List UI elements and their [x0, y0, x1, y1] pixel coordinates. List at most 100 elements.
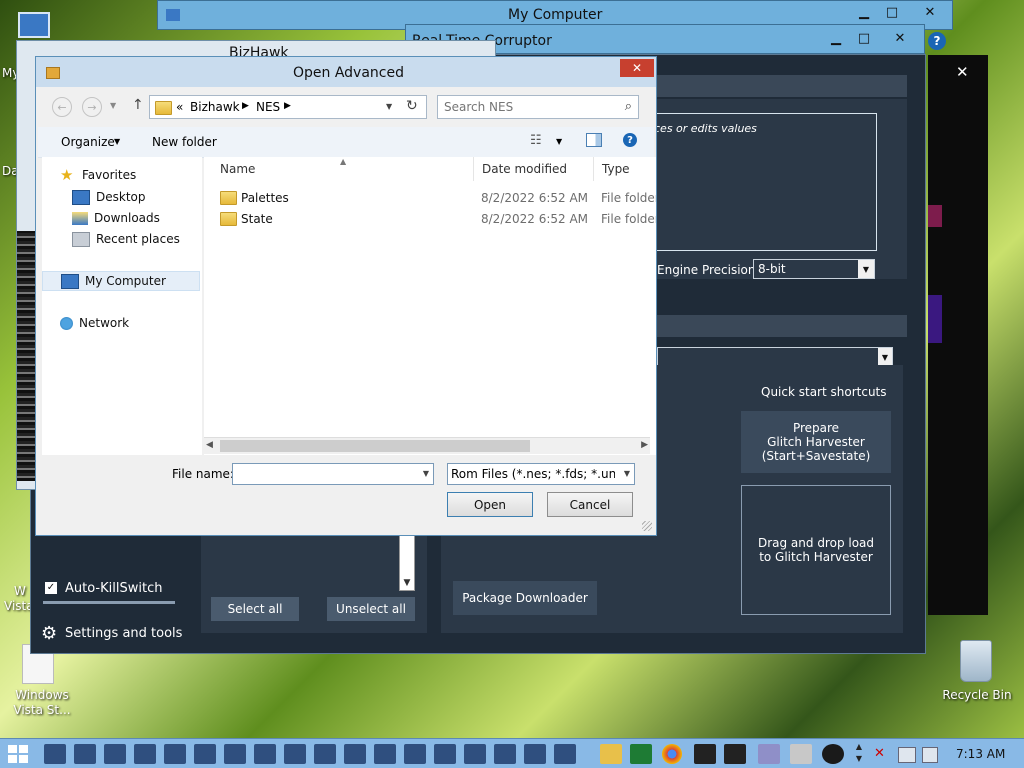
- settings-and-tools-label[interactable]: Settings and tools: [65, 626, 182, 641]
- taskbar-app-icon[interactable]: [554, 744, 576, 764]
- engine-precision-select[interactable]: 8-bit ▼: [753, 259, 875, 279]
- file-list: ▲ Name Date modified Type Palettes 8/2/2…: [204, 157, 656, 455]
- new-folder-button[interactable]: New folder: [152, 135, 217, 149]
- taskbar-app-icon[interactable]: [494, 744, 516, 764]
- taskbar-app-icon[interactable]: [134, 744, 156, 764]
- minimize-button[interactable]: ▁: [822, 29, 850, 47]
- select-all-button[interactable]: Select all: [211, 597, 299, 621]
- drag-drop-glitch-harvester-button[interactable]: Drag and drop load to Glitch Harvester: [741, 485, 891, 615]
- taskbar-app-icon[interactable]: [284, 744, 306, 764]
- desktop-icon-recycle-bin[interactable]: Recycle Bin: [940, 636, 1014, 706]
- file-name-input[interactable]: [235, 466, 415, 484]
- tray-overflow-arrows[interactable]: ▲ ▼: [852, 741, 866, 767]
- chevron-down-icon[interactable]: ▼: [386, 102, 392, 111]
- action-center-icon[interactable]: [922, 747, 938, 763]
- close-button[interactable]: ✕: [910, 3, 950, 21]
- lower-panel-header: [657, 315, 907, 337]
- organize-menu[interactable]: Organize: [61, 135, 115, 149]
- breadcrumb-item-nes[interactable]: NES: [256, 100, 280, 114]
- taskbar-app-icon[interactable]: [404, 744, 426, 764]
- dark-window[interactable]: ✕: [928, 55, 988, 615]
- file-type-filter-select[interactable]: Rom Files (*.nes; *.fds; *.unf; *.s ▼: [447, 463, 635, 485]
- taskbar-app-icon[interactable]: [254, 744, 276, 764]
- app-icon[interactable]: [758, 744, 780, 764]
- lower-select[interactable]: ▼: [657, 347, 893, 367]
- forward-button[interactable]: →: [82, 97, 102, 117]
- chevron-left-icon[interactable]: ◀: [206, 440, 213, 450]
- chevron-down-icon[interactable]: ▼: [423, 469, 429, 478]
- search-icon[interactable]: ⌕: [625, 99, 632, 114]
- maximize-button[interactable]: □: [878, 3, 906, 21]
- taskbar-app-icon[interactable]: [104, 744, 126, 764]
- taskbar-app-icon[interactable]: [464, 744, 486, 764]
- file-row[interactable]: State 8/2/2022 6:52 AM File folder: [204, 208, 656, 229]
- file-row[interactable]: Palettes 8/2/2022 6:52 AM File folder: [204, 187, 656, 208]
- close-button[interactable]: ✕: [620, 59, 654, 77]
- search-box[interactable]: ⌕: [437, 95, 639, 119]
- column-header-name[interactable]: Name: [212, 157, 474, 181]
- gear-icon[interactable]: ⚙: [41, 623, 57, 644]
- chevron-down-icon[interactable]: ▼: [624, 469, 630, 478]
- volume-icon[interactable]: ✕: [874, 746, 890, 762]
- resize-grip-icon[interactable]: [642, 521, 652, 531]
- file-explorer-icon[interactable]: [600, 744, 622, 764]
- open-button[interactable]: Open: [447, 492, 533, 517]
- start-button[interactable]: [8, 745, 28, 763]
- taskbar-app-icon[interactable]: [434, 744, 456, 764]
- taskbar-app-icon[interactable]: [44, 744, 66, 764]
- taskbar-app-icon[interactable]: [344, 744, 366, 764]
- app-icon[interactable]: [822, 744, 844, 764]
- taskbar-app-icon[interactable]: [164, 744, 186, 764]
- close-icon[interactable]: ✕: [956, 63, 969, 81]
- taskbar-app-icon[interactable]: [194, 744, 216, 764]
- file-name-combo[interactable]: ▼: [232, 463, 434, 485]
- search-input[interactable]: [442, 98, 616, 116]
- horizontal-scrollbar[interactable]: ◀ ▶: [204, 437, 650, 454]
- network-tray-icon[interactable]: [898, 747, 916, 763]
- nav-network[interactable]: Network: [60, 313, 129, 333]
- chevron-down-icon[interactable]: ▼: [110, 101, 116, 110]
- nav-my-computer[interactable]: My Computer: [42, 271, 200, 291]
- archive-icon[interactable]: [724, 744, 746, 764]
- breadcrumb-item-bizhawk[interactable]: Bizhawk: [190, 100, 240, 114]
- open-advanced-dialog[interactable]: Open Advanced ✕ ← → ▼ ↑ « Bizhawk ▶ NES …: [35, 56, 657, 536]
- column-header-type[interactable]: Type: [594, 157, 656, 181]
- taskbar-app-icon[interactable]: [74, 744, 96, 764]
- taskbar-app-icon[interactable]: [374, 744, 396, 764]
- column-header-date-modified[interactable]: Date modified: [474, 157, 594, 181]
- up-arrow-icon[interactable]: ↑: [132, 97, 144, 113]
- view-options-icon[interactable]: ☷: [530, 133, 542, 148]
- address-bar[interactable]: « Bizhawk ▶ NES ▶ ▼ ↻: [149, 95, 427, 119]
- spreadsheet-icon[interactable]: [630, 744, 652, 764]
- nav-downloads[interactable]: Downloads: [72, 208, 160, 228]
- engine-precision-value: 8-bit: [758, 262, 786, 276]
- chevron-down-icon[interactable]: ▼: [556, 137, 562, 146]
- maximize-button[interactable]: □: [850, 29, 878, 47]
- nav-recent-places[interactable]: Recent places: [72, 229, 180, 249]
- chevron-right-icon[interactable]: ▶: [641, 440, 648, 450]
- auto-killswitch-checkbox[interactable]: ✓: [45, 582, 57, 594]
- prepare-glitch-harvester-button[interactable]: Prepare Glitch Harvester (Start+Savestat…: [741, 411, 891, 473]
- nav-favorites[interactable]: ★ Favorites: [60, 165, 136, 185]
- taskbar-app-icon[interactable]: [224, 744, 246, 764]
- scrollbar-thumb[interactable]: [220, 440, 530, 452]
- unselect-all-button[interactable]: Unselect all: [327, 597, 415, 621]
- refresh-icon[interactable]: ↻: [406, 98, 418, 114]
- minimize-button[interactable]: ▁: [850, 3, 878, 21]
- archive-icon[interactable]: [694, 744, 716, 764]
- taskbar-clock[interactable]: 7:13 AM: [956, 747, 1005, 761]
- app-icon[interactable]: [790, 744, 812, 764]
- taskbar-app-icon[interactable]: [314, 744, 336, 764]
- back-button[interactable]: ←: [52, 97, 72, 117]
- chevron-down-icon: ▼: [114, 137, 121, 146]
- cancel-button[interactable]: Cancel: [547, 492, 633, 517]
- help-icon[interactable]: ?: [623, 133, 637, 147]
- chevron-down-icon[interactable]: ▼: [400, 576, 414, 590]
- taskbar-app-icon[interactable]: [524, 744, 546, 764]
- help-icon[interactable]: ?: [928, 32, 946, 50]
- preview-pane-icon[interactable]: [586, 133, 602, 147]
- browser-icon[interactable]: [662, 744, 682, 764]
- package-downloader-button[interactable]: Package Downloader: [453, 581, 597, 615]
- close-button[interactable]: ✕: [880, 29, 920, 47]
- nav-desktop[interactable]: Desktop: [72, 187, 146, 207]
